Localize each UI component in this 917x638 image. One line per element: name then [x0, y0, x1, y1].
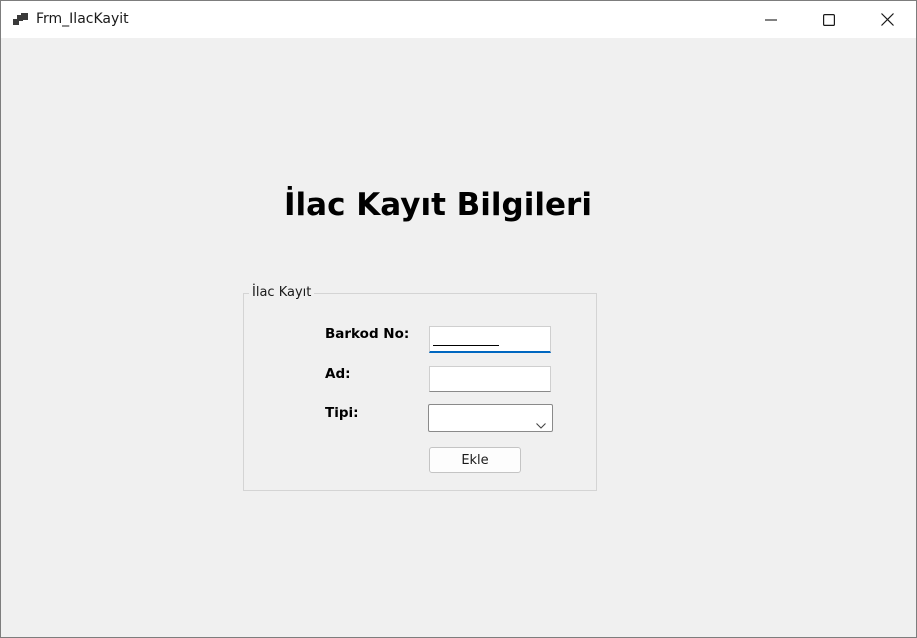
title-bar[interactable]: Frm_IlacKayit [1, 1, 916, 38]
tipi-label: Tipi: [325, 405, 359, 421]
maximize-button[interactable] [800, 1, 858, 38]
window-title: Frm_IlacKayit [36, 11, 129, 27]
tipi-dropdown[interactable] [428, 404, 553, 432]
maximize-icon [823, 13, 835, 26]
chevron-down-icon [536, 414, 546, 433]
ekle-button[interactable]: Ekle [429, 447, 521, 473]
page-title: İlac Kayıt Bilgileri [284, 187, 592, 223]
ad-input[interactable] [429, 366, 551, 392]
barkod-masked-input[interactable] [429, 326, 551, 353]
app-window-icon [13, 12, 29, 26]
close-icon [880, 13, 894, 26]
minimize-button[interactable] [742, 1, 800, 38]
ilac-kayit-groupbox [243, 293, 597, 491]
groupbox-legend: İlac Kayıt [249, 285, 315, 300]
barkod-label: Barkod No: [325, 326, 410, 342]
minimize-icon [765, 14, 777, 26]
input-mask-placeholder [433, 345, 499, 346]
app-window: Frm_IlacKayit İlac Kayıt Bilgileri İlac … [0, 0, 917, 638]
close-button[interactable] [858, 1, 916, 38]
ad-label: Ad: [325, 366, 351, 382]
